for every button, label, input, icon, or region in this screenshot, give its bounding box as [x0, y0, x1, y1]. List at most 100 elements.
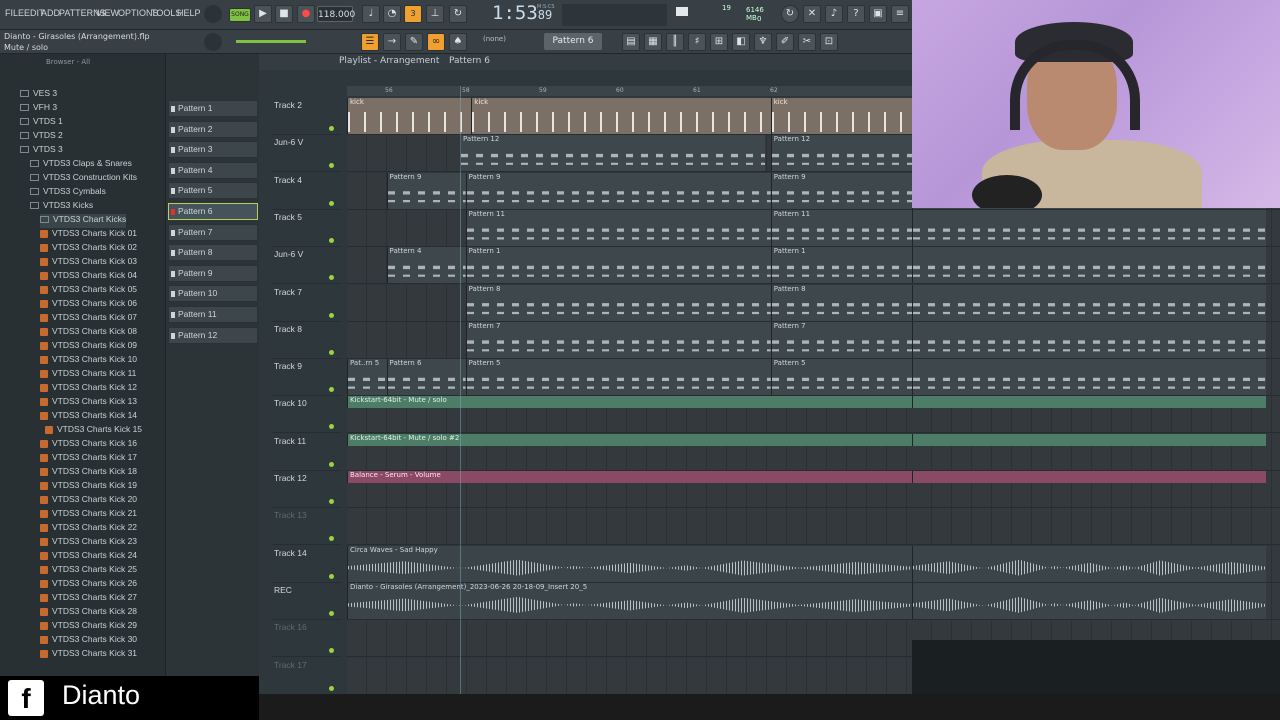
- menu-view[interactable]: VIEW: [96, 8, 119, 18]
- track-lane-extended[interactable]: [912, 545, 1280, 583]
- track-enable-icon[interactable]: [329, 573, 334, 579]
- pattern-item[interactable]: Pattern 2: [168, 120, 258, 138]
- menu-help[interactable]: HELP: [177, 8, 201, 18]
- play-icon[interactable]: ▶: [254, 5, 272, 23]
- browser-item[interactable]: VTDS3 Charts Kick 07: [40, 312, 137, 326]
- track-header[interactable]: Track 17: [271, 658, 341, 695]
- clip[interactable]: Pattern 9: [465, 172, 771, 209]
- track-enable-icon[interactable]: [329, 349, 334, 355]
- browser-item[interactable]: VTDS3 Charts Kick 18: [40, 466, 137, 480]
- browser-item[interactable]: VTDS3 Charts Kick 23: [40, 536, 137, 550]
- clip[interactable]: [912, 359, 1266, 396]
- track-header[interactable]: Track 5: [271, 210, 341, 247]
- pattern-selector[interactable]: Pattern 6: [544, 33, 602, 50]
- browser-item[interactable]: VTDS3 Charts Kick 31: [40, 648, 137, 662]
- browser-item[interactable]: VTDS3 Construction Kits: [30, 172, 137, 186]
- browser-item[interactable]: VTDS3 Charts Kick 22: [40, 522, 137, 536]
- track-lane-extended[interactable]: [912, 247, 1280, 285]
- track-header[interactable]: Jun-6 V: [271, 135, 341, 173]
- browser-item[interactable]: VTDS3 Charts Kick 02: [40, 242, 137, 256]
- cut-icon[interactable]: ⊡: [820, 33, 838, 51]
- clip[interactable]: [912, 284, 1266, 321]
- tempo-display[interactable]: 118.000: [317, 6, 355, 22]
- browser-item[interactable]: VTDS3 Charts Kick 25: [40, 564, 137, 578]
- clip[interactable]: Pattern 6: [386, 359, 466, 396]
- clip[interactable]: Dianto - Girasoles (Arrangement)_2023-06…: [347, 582, 912, 619]
- browser-item[interactable]: VTDS3 Charts Kick 29: [40, 620, 137, 634]
- track-enable-icon[interactable]: [329, 163, 334, 169]
- browser-item[interactable]: VTDS3 Charts Kick 27: [40, 592, 137, 606]
- snap-icon[interactable]: ∞: [427, 33, 445, 51]
- tools-icon[interactable]: ✕: [803, 5, 821, 23]
- browser-item[interactable]: VTDS 1: [20, 116, 63, 130]
- clip[interactable]: [912, 545, 1266, 582]
- track-lane-extended[interactable]: [912, 284, 1280, 322]
- master-volume-knob-icon[interactable]: [204, 5, 222, 23]
- track-lane[interactable]: [347, 620, 912, 658]
- browser-item[interactable]: VFH 3: [20, 102, 57, 116]
- browser-item[interactable]: VTDS3 Charts Kick 10: [40, 354, 137, 368]
- browser-item[interactable]: VTDS3 Charts Kick 12: [40, 382, 137, 396]
- clip[interactable]: [912, 321, 1266, 358]
- clip[interactable]: Pattern 5: [770, 359, 912, 396]
- track-enable-icon[interactable]: [329, 685, 334, 691]
- track-enable-icon[interactable]: [329, 499, 334, 504]
- brush-icon[interactable]: ✐: [776, 33, 794, 51]
- clip[interactable]: Pattern 8: [770, 284, 912, 321]
- track-lane[interactable]: Pattern 9 Pattern 9 Pattern 9: [347, 172, 912, 210]
- clip-icon[interactable]: ✂: [798, 33, 816, 51]
- clip[interactable]: Pattern 4: [386, 247, 466, 284]
- pattern-item[interactable]: Pattern 12: [168, 326, 258, 344]
- master-pitch-slider[interactable]: [236, 40, 306, 43]
- track-header[interactable]: Track 7: [271, 285, 341, 322]
- pattern-item[interactable]: Pattern 3: [168, 141, 258, 159]
- track-lane[interactable]: Pattern 7 Pattern 7: [347, 321, 912, 359]
- clip[interactable]: Circa Waves - Sad Happy: [347, 545, 912, 582]
- clip[interactable]: Pattern 1: [770, 247, 912, 284]
- browser-item[interactable]: VTDS3 Charts Kick 30: [40, 634, 137, 648]
- track-lane-extended[interactable]: [912, 508, 1280, 546]
- track-lane[interactable]: Kickstart-64bit - Mute / solo #2: [347, 433, 912, 471]
- browser-item[interactable]: VTDS3 Charts Kick 13: [40, 396, 137, 410]
- clip[interactable]: [912, 396, 1266, 409]
- stop-icon[interactable]: ■: [275, 5, 293, 23]
- browser-item[interactable]: VTDS3 Charts Kick 15: [45, 424, 142, 438]
- pattern-item[interactable]: Pattern 1: [168, 100, 258, 117]
- playlist-icon[interactable]: ☰: [361, 33, 379, 51]
- clip[interactable]: Balance - Serum - Volume: [347, 471, 912, 483]
- track-lane[interactable]: Balance - Serum - Volume: [347, 471, 912, 508]
- clip[interactable]: Kickstart-64bit - Mute / solo: [347, 396, 912, 409]
- pattern-item[interactable]: Pattern 8: [168, 244, 258, 262]
- clip[interactable]: [912, 433, 1266, 446]
- metronome-icon[interactable]: ♩: [362, 5, 380, 23]
- clip[interactable]: Pattern 8: [465, 284, 771, 321]
- pattern-item[interactable]: Pattern 9: [168, 264, 258, 282]
- pattern-item[interactable]: Pattern 7: [168, 223, 258, 241]
- clip[interactable]: Pattern 1: [465, 247, 771, 284]
- pattern-item[interactable]: Pattern 11: [168, 306, 258, 323]
- clip[interactable]: Pattern 7: [465, 321, 771, 358]
- track-enable-icon[interactable]: [329, 312, 334, 318]
- save-icon[interactable]: ▣: [869, 5, 887, 23]
- browser-item[interactable]: VTDS3 Charts Kick 04: [40, 270, 137, 284]
- clip[interactable]: Pattern 9: [770, 172, 912, 209]
- track-lane[interactable]: Pat..rn 5 Pattern 6 Pattern 5 Pattern 5: [347, 359, 912, 397]
- browser-item[interactable]: VTDS3 Charts Kick 06: [40, 298, 137, 312]
- step-edit-icon[interactable]: ⊥: [426, 5, 444, 23]
- track-lane-extended[interactable]: [912, 359, 1280, 397]
- playhead[interactable]: [460, 86, 461, 694]
- track-lane[interactable]: [347, 508, 912, 546]
- clip[interactable]: [912, 471, 1266, 483]
- clip[interactable]: kick: [770, 98, 912, 134]
- pattern-item[interactable]: Pattern 4: [168, 161, 258, 179]
- track-header[interactable]: Track 4: [271, 173, 341, 210]
- clip[interactable]: Pattern 5: [465, 359, 771, 396]
- track-enable-icon[interactable]: [329, 424, 334, 430]
- track-header[interactable]: Track 14: [271, 546, 341, 583]
- plug-icon[interactable]: ♆: [754, 33, 772, 51]
- track-header[interactable]: Track 11: [271, 434, 341, 471]
- track-lane-extended[interactable]: [912, 321, 1280, 359]
- menu-add[interactable]: ADD: [41, 8, 60, 18]
- browser-item[interactable]: VTDS3 Charts Kick 09: [40, 340, 137, 354]
- clip[interactable]: [912, 208, 1266, 209]
